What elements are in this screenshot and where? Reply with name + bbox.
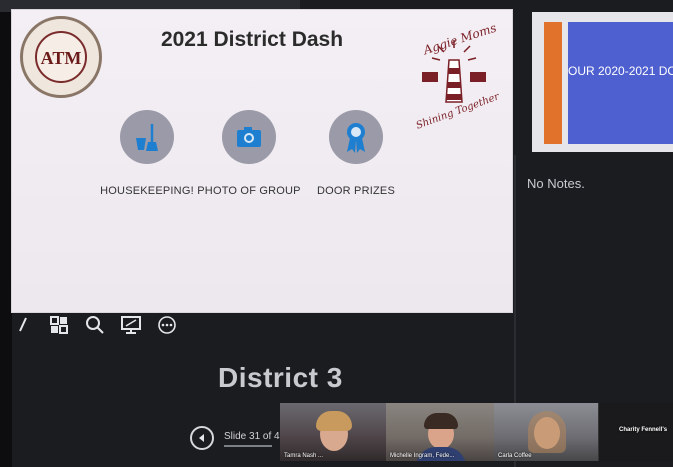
ribbon-award-icon xyxy=(347,123,365,153)
next-slide-title: OUR 2020-2021 DONORS xyxy=(568,22,673,144)
photo-action: PHOTO OF GROUP xyxy=(194,110,304,199)
camera-icon xyxy=(237,127,261,147)
slide-progress xyxy=(224,445,272,447)
presenter-toolbar xyxy=(12,313,178,337)
next-slide-thumbnail[interactable]: OUR 2020-2021 DONORS xyxy=(532,12,673,152)
ellipsis-icon xyxy=(158,316,176,334)
participant-video[interactable]: Charity Fennell's xyxy=(598,403,673,461)
more-options-button[interactable] xyxy=(156,314,178,336)
screen-icon xyxy=(121,316,141,334)
participant-video[interactable]: Michelle Ingram, Fede... xyxy=(386,403,494,461)
broom-bucket-icon xyxy=(136,124,158,151)
participant-hair xyxy=(528,411,566,453)
participant-video[interactable]: Tamra Nash ... xyxy=(280,403,386,461)
mothers-club-seal: ATM xyxy=(20,16,102,98)
participant-hair xyxy=(316,411,352,431)
speaker-notes: No Notes. xyxy=(527,176,585,191)
slides-grid-icon xyxy=(50,316,68,334)
participant-name: Charity Fennell's xyxy=(619,427,668,433)
slide-title: 2021 District Dash xyxy=(160,28,344,51)
photo-label: PHOTO OF GROUP xyxy=(197,185,301,197)
triangle-left-icon xyxy=(199,434,204,442)
presentation-slide: ATM 2021 District Dash Aggie Moms Shinin… xyxy=(12,10,512,312)
slide-counter: Slide 31 of 4 xyxy=(224,431,280,442)
participant-hair xyxy=(424,413,458,429)
participant-video[interactable]: Carla Coffee xyxy=(494,403,598,461)
door-prizes-label: DOOR PRIZES xyxy=(317,185,395,197)
seal-monogram: ATM xyxy=(40,48,82,68)
monitor-bezel xyxy=(0,0,12,467)
magnifier-icon xyxy=(86,316,104,334)
zoom-button[interactable] xyxy=(84,314,106,336)
housekeeping-action: HOUSEKEEPING! xyxy=(92,110,202,199)
district-overlay-text: District 3 xyxy=(218,362,343,393)
pen-tool-button[interactable] xyxy=(12,314,34,336)
pen-icon xyxy=(19,317,27,332)
participant-name: Carla Coffee xyxy=(498,453,532,459)
aggie-moms-logo: Aggie Moms Shining Together xyxy=(404,21,504,132)
participant-name: Tamra Nash ... xyxy=(284,453,324,459)
see-all-slides-button[interactable] xyxy=(48,314,70,336)
previous-slide-button[interactable] xyxy=(190,426,214,450)
participant-name: Michelle Ingram, Fede... xyxy=(390,453,455,459)
door-prizes-action: DOOR PRIZES xyxy=(301,110,411,199)
subtitles-button[interactable] xyxy=(120,314,142,336)
housekeeping-label: HOUSEKEEPING! xyxy=(100,185,194,197)
